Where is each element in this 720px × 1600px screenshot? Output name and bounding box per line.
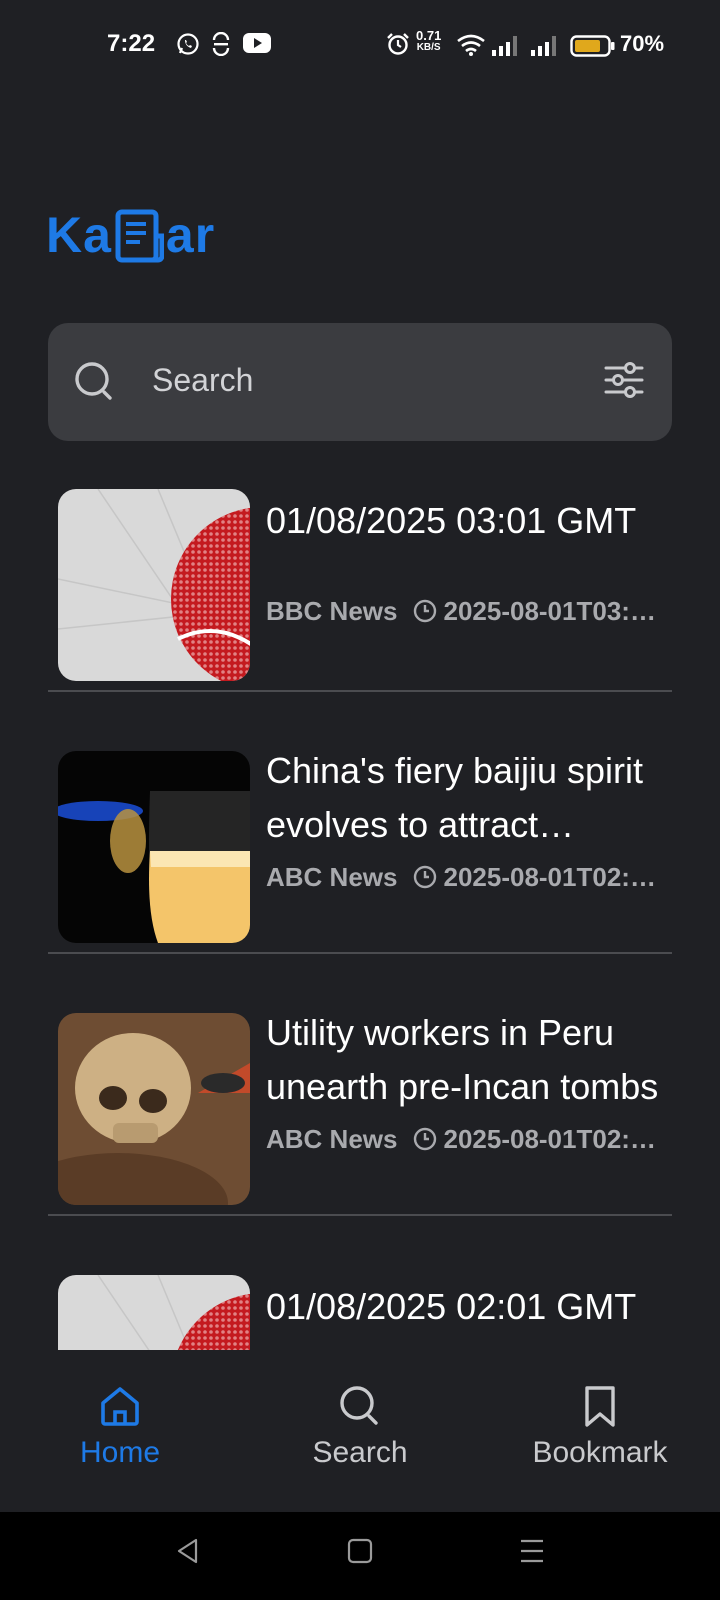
nav-label-search: Search — [312, 1436, 408, 1469]
news-time: 2025-08-01T02:41:00Z — [443, 1123, 666, 1154]
news-item[interactable]: Utility workers in Peru unearth pre-Inca… — [0, 994, 720, 1256]
home-square-icon[interactable] — [346, 1536, 374, 1566]
bbc-globe-image — [58, 489, 250, 681]
divider — [48, 952, 672, 954]
news-thumbnail — [58, 751, 250, 943]
newspaper-logo-icon — [115, 209, 164, 263]
news-time: 2025-08-01T03:01:00Z — [443, 595, 666, 626]
news-title: Utility workers in Peru unearth pre-Inca… — [266, 1012, 659, 1107]
skull-excavation-image — [58, 1013, 250, 1205]
news-thumbnail — [58, 1013, 250, 1205]
news-thumbnail — [58, 489, 250, 681]
logo-text-right: ar — [165, 207, 216, 263]
nav-label-bookmark: Bookmark — [532, 1436, 668, 1469]
back-icon[interactable] — [174, 1536, 200, 1566]
home-icon — [101, 1387, 139, 1426]
system-navigation-bar — [0, 1512, 720, 1600]
news-source: ABC News — [266, 1123, 398, 1154]
filter-sliders-icon[interactable] — [604, 360, 644, 400]
signal-icon — [492, 36, 517, 56]
net-speed-unit: KB/S — [416, 42, 441, 53]
news-source: BBC News — [266, 595, 398, 626]
news-title: 01/08/2025 03:01 GMT — [266, 500, 637, 541]
news-list: 01/08/2025 03:01 GMT BBC News 2025-08-01… — [0, 470, 720, 1350]
menu-lines-icon[interactable] — [518, 1536, 546, 1566]
news-item[interactable]: 01/08/2025 03:01 GMT BBC News 2025-08-01… — [0, 470, 720, 732]
logo-text-left: Ka — [46, 207, 112, 263]
status-time: 7:22 — [107, 30, 156, 57]
divider — [48, 1214, 672, 1216]
nav-item-bookmark[interactable]: Bookmark — [480, 1350, 720, 1512]
clock-icon — [414, 865, 437, 889]
nav-item-home[interactable]: Home — [0, 1350, 240, 1512]
sync-icon — [212, 32, 230, 56]
youtube-icon — [243, 33, 271, 53]
search-input[interactable]: Search — [152, 362, 253, 399]
baijiu-drink-image — [58, 751, 250, 943]
news-item[interactable]: 01/08/2025 02:01 GMT — [0, 1256, 720, 1350]
app-logo: Ka ar — [46, 200, 215, 264]
search-bar[interactable] — [48, 323, 672, 441]
news-source: ABC News — [266, 861, 398, 892]
status-bar: 7:22 0.71 KB/S 70% — [0, 0, 720, 90]
battery-icon — [570, 35, 615, 57]
news-meta: BBC News 2025-08-01T03:01:00Z — [266, 594, 666, 628]
news-title: 01/08/2025 02:01 GMT — [266, 1286, 637, 1327]
alarm-icon — [387, 33, 409, 55]
news-meta: ABC News 2025-08-01T02:57:00Z — [266, 860, 666, 894]
bookmark-icon — [585, 1386, 615, 1427]
divider — [48, 690, 672, 692]
bbc-globe-image — [58, 1275, 250, 1350]
news-thumbnail — [58, 1275, 250, 1350]
whatsapp-icon — [177, 33, 199, 55]
clock-icon — [414, 599, 437, 623]
nav-label-home: Home — [79, 1436, 161, 1469]
news-time: 2025-08-01T02:57:00Z — [443, 861, 666, 892]
nav-item-search[interactable]: Search — [240, 1350, 480, 1512]
news-title: China's fiery baijiu spirit evolves to a… — [266, 750, 644, 845]
search-icon — [75, 362, 112, 400]
signal-icon — [531, 36, 556, 56]
net-speed-value: 0.71 — [416, 28, 442, 43]
network-speed: 0.71 KB/S — [416, 28, 442, 54]
search-icon — [340, 1386, 378, 1425]
news-meta: ABC News 2025-08-01T02:41:00Z — [266, 1122, 666, 1156]
wifi-icon — [457, 34, 485, 56]
bottom-navigation: Home Search Bookmark — [0, 1350, 720, 1512]
battery-percent: 70% — [620, 31, 665, 56]
app-screen: 7:22 0.71 KB/S 70% Ka ar Search 01/08/20… — [0, 0, 720, 1600]
clock-icon — [414, 1127, 437, 1151]
news-item[interactable]: China's fiery baijiu spirit evolves to a… — [0, 732, 720, 994]
